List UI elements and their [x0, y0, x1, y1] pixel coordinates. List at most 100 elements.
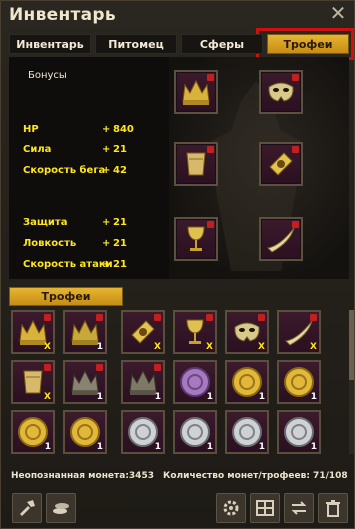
- lock-icon: [207, 146, 214, 153]
- item-count: 1: [258, 442, 265, 452]
- trophy-cell[interactable]: 1: [63, 310, 107, 354]
- stat-name: Защита: [23, 217, 68, 228]
- tab-inventory[interactable]: Инвентарь: [9, 34, 91, 54]
- unknown-coin-count: Неопознанная монета:3453: [11, 471, 154, 481]
- stat-name: HP: [23, 124, 39, 135]
- equip-slot-horn[interactable]: [259, 217, 303, 261]
- trophy-cell[interactable]: 1: [63, 360, 107, 404]
- item-count: 1: [44, 442, 51, 452]
- trophy-cell[interactable]: 1: [225, 360, 269, 404]
- tab-bar: Инвентарь Питомец Сферы Трофеи: [9, 34, 354, 56]
- equip-slot-mask[interactable]: [259, 70, 303, 114]
- equip-slot-crown[interactable]: [174, 70, 218, 114]
- lock-icon: [292, 74, 299, 81]
- lock-icon: [207, 74, 214, 81]
- item-count: X: [44, 342, 51, 352]
- stat-name: Скорость бега: [23, 165, 106, 176]
- lock-icon: [292, 221, 299, 228]
- lock-icon: [206, 314, 213, 321]
- trophy-cell[interactable]: 1: [11, 410, 55, 454]
- trophy-cell[interactable]: X: [121, 310, 165, 354]
- trophy-cell[interactable]: 1: [277, 410, 321, 454]
- item-count: 1: [258, 392, 265, 402]
- stat-plus: +: [102, 238, 111, 249]
- trophy-cell[interactable]: X: [277, 310, 321, 354]
- item-count: 1: [154, 392, 161, 402]
- trophy-cell[interactable]: 1: [121, 410, 165, 454]
- lock-icon: [310, 314, 317, 321]
- settings-button[interactable]: [216, 493, 246, 523]
- scrollbar-thumb[interactable]: [349, 310, 354, 380]
- item-count: X: [258, 342, 265, 352]
- item-count: X: [154, 342, 161, 352]
- equip-slot-goblet[interactable]: [174, 217, 218, 261]
- stat-row: Защита + 21: [23, 217, 127, 228]
- bonus-heading: Бонусы: [28, 70, 67, 81]
- stat-row: Скорость атаки + 21: [23, 259, 127, 270]
- stat-value: 840: [113, 124, 134, 135]
- trash-icon: [326, 500, 340, 517]
- item-count: 1: [206, 392, 213, 402]
- tab-spheres[interactable]: Сферы: [181, 34, 263, 54]
- stat-plus: +: [102, 144, 111, 155]
- trophy-cell[interactable]: X: [173, 310, 217, 354]
- coins-stack-icon: [53, 503, 69, 514]
- stat-name: Ловкость: [23, 238, 77, 249]
- grid-view-button[interactable]: [250, 493, 280, 523]
- stat-row: HP + 840: [23, 124, 134, 135]
- gear-icon: [223, 500, 239, 516]
- stat-plus: +: [102, 124, 111, 135]
- lock-icon: [154, 364, 161, 371]
- item-count: 1: [310, 392, 317, 402]
- stat-plus: +: [102, 217, 111, 228]
- coin-trophy-count: Количество монет/трофеев: 71/108: [163, 471, 348, 481]
- stat-name: Скорость атаки: [23, 259, 113, 270]
- stat-value: 21: [113, 238, 127, 249]
- equip-slot-bracer[interactable]: [174, 142, 218, 186]
- stat-value: 42: [113, 165, 127, 176]
- item-count: X: [44, 392, 51, 402]
- window-title: Инвентарь: [9, 5, 116, 25]
- lock-icon: [154, 314, 161, 321]
- trophy-cell[interactable]: 1: [173, 360, 217, 404]
- trophy-scrollbar[interactable]: [349, 310, 354, 454]
- stat-value: 21: [113, 259, 127, 270]
- item-count: 1: [96, 442, 103, 452]
- trophy-cell[interactable]: 1: [173, 410, 217, 454]
- item-count: X: [206, 342, 213, 352]
- lock-icon: [44, 364, 51, 371]
- stat-row: Сила + 21: [23, 144, 127, 155]
- stat-plus: +: [102, 165, 111, 176]
- item-count: 1: [96, 342, 103, 352]
- tab-trophies[interactable]: Трофеи: [267, 34, 349, 54]
- trophy-cell[interactable]: 1: [121, 360, 165, 404]
- trophy-cell[interactable]: 1: [225, 410, 269, 454]
- trophy-cell[interactable]: X: [11, 310, 55, 354]
- lock-icon: [44, 314, 51, 321]
- item-count: 1: [310, 442, 317, 452]
- trophy-cell[interactable]: X: [11, 360, 55, 404]
- stat-plus: +: [102, 259, 111, 270]
- tab-pet[interactable]: Питомец: [95, 34, 177, 54]
- lock-icon: [292, 146, 299, 153]
- item-count: 1: [96, 392, 103, 402]
- close-icon[interactable]: ✕: [328, 3, 348, 23]
- hammer-icon: [20, 500, 35, 516]
- lock-icon: [207, 221, 214, 228]
- item-count: 1: [206, 442, 213, 452]
- equip-slot-bracer-gold[interactable]: [259, 142, 303, 186]
- lock-icon: [96, 314, 103, 321]
- stat-value: 21: [113, 144, 127, 155]
- trophy-cell[interactable]: X: [225, 310, 269, 354]
- trophy-cell[interactable]: 1: [63, 410, 107, 454]
- sort-button[interactable]: [284, 493, 314, 523]
- craft-button[interactable]: [12, 493, 42, 523]
- trophies-section-label: Трофеи: [9, 287, 123, 306]
- trophy-grid: X 1 X X X X X 1 1 1 1 1 1 1 1 1 1 1: [11, 308, 349, 454]
- stat-value: 21: [113, 217, 127, 228]
- coins-button[interactable]: [46, 493, 76, 523]
- grid-icon: [256, 500, 274, 516]
- delete-button[interactable]: [318, 493, 348, 523]
- stat-row: Ловкость + 21: [23, 238, 127, 249]
- trophy-cell[interactable]: 1: [277, 360, 321, 404]
